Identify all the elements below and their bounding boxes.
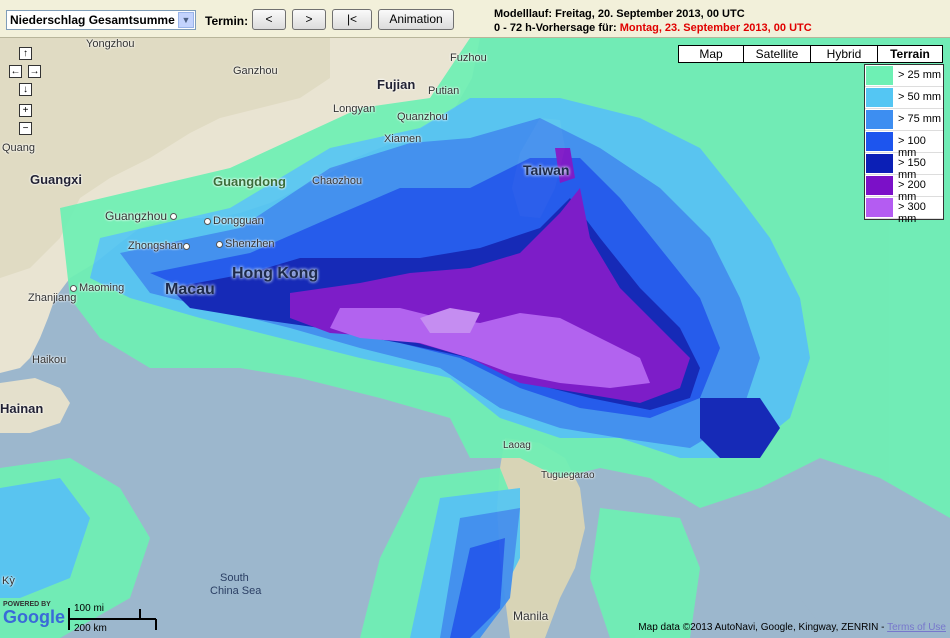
place-fujian: Fujian	[377, 77, 416, 92]
legend-swatch	[866, 88, 893, 107]
city-dot-icon	[183, 242, 191, 250]
place-quanzhou: Quanzhou	[397, 111, 448, 123]
legend-swatch	[866, 66, 893, 85]
map-copyright: Map data ©2013 AutoNavi, Google, Kingway…	[638, 622, 946, 633]
map-type-hybrid[interactable]: Hybrid	[810, 45, 878, 63]
legend-label: > 50 mm	[898, 91, 942, 103]
place-guangzhou: Guangzhou	[105, 209, 179, 223]
place-ky: Kỳ	[2, 575, 15, 587]
google-logo[interactable]: POWERED BY Google	[3, 601, 65, 626]
map-area[interactable]: Yongzhou Ganzhou Fujian Fuzhou Putian Lo…	[0, 38, 950, 638]
forecast-date: Montag, 23. September 2013, 00 UTC	[619, 22, 812, 34]
legend-label: > 25 mm	[898, 69, 942, 81]
forecast-prefix: 0 - 72 h-Vorhersage für:	[494, 22, 620, 34]
place-guangxi: Guangxi	[30, 172, 83, 187]
place-dongguan-label: Dongguan	[213, 215, 264, 227]
place-macau: Macau	[165, 281, 215, 298]
legend-row: > 200 mm	[865, 175, 943, 203]
place-dongguan: Dongguan	[204, 215, 264, 227]
place-longyan: Longyan	[333, 103, 376, 115]
legend-swatch	[866, 132, 893, 151]
terms-of-use-link[interactable]: Terms of Use	[887, 622, 946, 633]
legend-row: > 50 mm	[865, 87, 943, 109]
product-select-value: Niederschlag Gesamtsumme	[10, 13, 175, 27]
map-type-terrain[interactable]: Terrain	[877, 45, 943, 63]
place-maoming-label: Maoming	[79, 282, 125, 294]
model-run-info: Modelllauf: Freitag, 20. September 2013,…	[494, 8, 745, 20]
chevron-down-icon[interactable]: ▼	[178, 12, 194, 28]
map-canvas	[0, 38, 950, 638]
place-quang: Quang	[2, 142, 36, 154]
place-shenzhen-label: Shenzhen	[225, 238, 275, 250]
legend-row: > 25 mm	[865, 65, 943, 87]
pan-right-icon[interactable]: →	[28, 65, 41, 78]
copyright-text: Map data ©2013 AutoNavi, Google, Kingway…	[638, 622, 888, 633]
city-dot-icon	[170, 213, 178, 221]
place-zhongshan-label: Zhongshan	[128, 240, 184, 252]
place-hong-kong: Hong Kong	[232, 265, 319, 282]
scale-mi: 100 mi	[74, 603, 105, 614]
legend-row: > 300 mm	[865, 197, 943, 225]
next-button[interactable]: >	[292, 9, 326, 30]
legend-swatch	[866, 154, 893, 173]
legend-row: > 150 mm	[865, 153, 943, 181]
product-select[interactable]: Niederschlag Gesamtsumme ▼	[6, 10, 196, 30]
place-south-china-sea-2: China Sea	[210, 585, 262, 597]
precip-legend: > 25 mm > 50 mm > 75 mm > 100 mm > 150 mm > 2…	[864, 64, 944, 225]
toolbar: Niederschlag Gesamtsumme ▼ Termin: < > |…	[0, 0, 950, 38]
legend-swatch	[866, 176, 893, 195]
place-laoag: Laoag	[503, 440, 531, 451]
place-guangdong: Guangdong	[213, 174, 286, 189]
map-type-satellite[interactable]: Satellite	[743, 45, 811, 63]
legend-row: > 75 mm	[865, 109, 943, 131]
legend-swatch	[866, 110, 893, 129]
animation-button[interactable]: Animation	[378, 9, 454, 30]
place-chaozhou: Chaozhou	[312, 175, 363, 187]
forecast-info: 0 - 72 h-Vorhersage für: Montag, 23. Sep…	[494, 22, 812, 34]
pan-up-icon[interactable]: ↑	[19, 47, 32, 60]
google-wordmark: Google	[3, 607, 65, 627]
place-putian: Putian	[428, 85, 460, 97]
place-zhongshan: Zhongshan	[128, 240, 192, 252]
zoom-in-icon[interactable]: +	[19, 104, 32, 117]
place-taiwan: Taiwan	[523, 162, 570, 178]
first-button[interactable]: |<	[332, 9, 372, 30]
place-manila: Manila	[513, 609, 549, 623]
place-south-china-sea-1: South	[220, 572, 249, 584]
place-fuzhou: Fuzhou	[450, 52, 487, 64]
place-yongzhou: Yongzhou	[86, 38, 135, 50]
city-dot-icon	[70, 284, 77, 292]
place-shenzhen: Shenzhen	[216, 238, 275, 250]
city-dot-icon	[216, 240, 223, 248]
pan-down-icon[interactable]: ↓	[19, 83, 32, 96]
zoom-out-icon[interactable]: −	[19, 122, 32, 135]
legend-swatch	[866, 198, 893, 217]
legend-label: > 300 mm	[898, 201, 926, 225]
pan-left-icon[interactable]: ←	[9, 65, 22, 78]
legend-label: > 75 mm	[898, 113, 942, 125]
place-hainan: Hainan	[0, 401, 44, 416]
place-haikou: Haikou	[32, 354, 67, 366]
prev-button[interactable]: <	[252, 9, 286, 30]
map-type-map[interactable]: Map	[678, 45, 744, 63]
place-zhanjiang: Zhanjiang	[28, 292, 77, 304]
termin-label: Termin:	[205, 14, 249, 28]
place-tuguegarao: Tuguegarao	[541, 470, 595, 481]
place-maoming: Maoming	[70, 282, 124, 294]
legend-row: > 100 mm	[865, 131, 943, 159]
place-xiamen: Xiamen	[384, 133, 422, 145]
city-dot-icon	[204, 217, 211, 225]
place-ganzhou: Ganzhou	[233, 65, 278, 77]
scale-km: 200 km	[74, 623, 107, 634]
place-guangzhou-label: Guangzhou	[105, 209, 168, 223]
